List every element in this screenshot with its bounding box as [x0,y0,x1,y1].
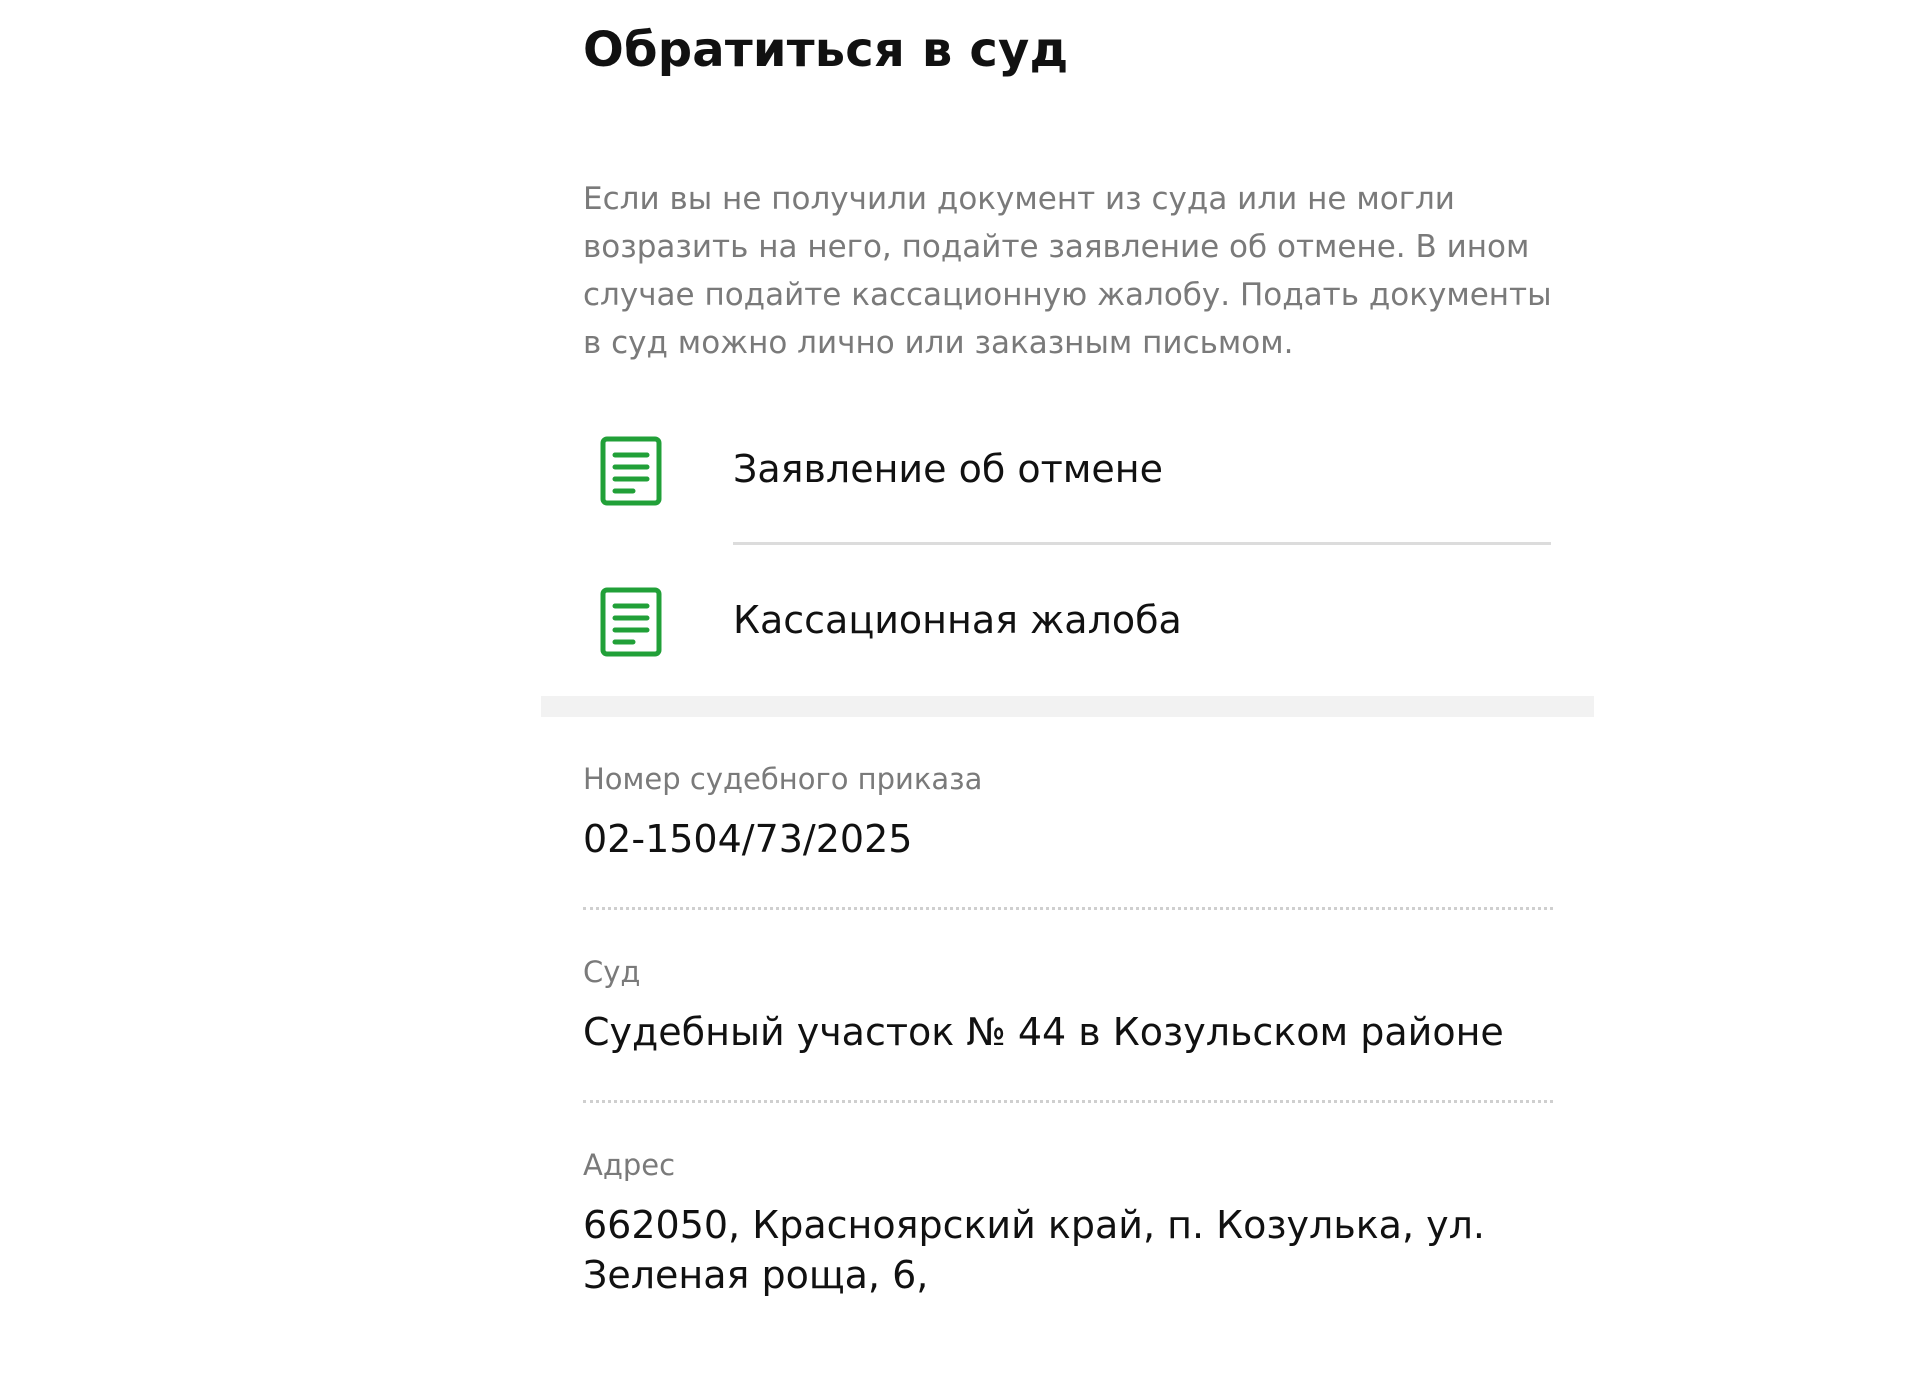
court-label: Суд [583,955,641,989]
cassation-appeal-item[interactable]: Кассационная жалоба [583,566,1553,676]
page: Обратиться в суд Если вы не получили док… [0,0,1920,1375]
address-label: Адрес [583,1148,676,1182]
field-divider [583,1100,1553,1103]
section-separator [541,696,1594,717]
list-divider [733,542,1551,545]
cancel-application-item[interactable]: Заявление об отмене [583,415,1553,525]
order-number-label: Номер судебного приказа [583,762,983,796]
cancel-application-label: Заявление об отмене [733,447,1163,491]
intro-text: Если вы не получили документ из суда или… [583,181,1552,361]
field-divider [583,907,1553,910]
court-value: Судебный участок № 44 в Козульском район… [583,1010,1504,1054]
order-number-value: 02-1504/73/2025 [583,817,913,861]
cassation-appeal-label: Кассационная жалоба [733,598,1182,642]
page-title: Обратиться в суд [583,22,1069,78]
document-icon [600,436,662,506]
address-value: 662050, Красноярский край, п. Козулька, … [583,1203,1485,1297]
document-icon [600,587,662,657]
